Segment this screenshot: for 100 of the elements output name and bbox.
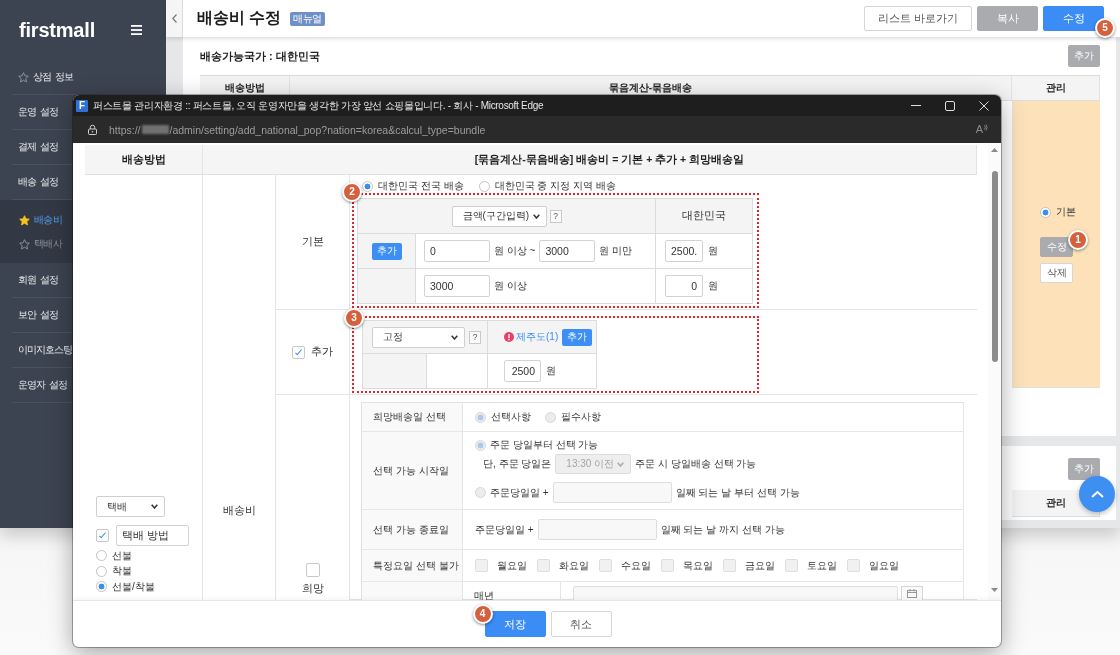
star-icon — [19, 238, 30, 250]
radio-button[interactable] — [96, 550, 107, 562]
note-text: 단, 주문 당일은 — [483, 457, 552, 471]
row-label: 희망배송일 선택 — [362, 403, 463, 432]
collapse-button[interactable] — [166, 0, 183, 37]
option-label: 기본 — [1056, 205, 1076, 219]
sidebar-item[interactable]: 상점 정보 — [33, 70, 74, 84]
list-button[interactable]: 리스트 바로가기 — [864, 6, 972, 31]
alert-icon — [504, 332, 514, 342]
text-input[interactable] — [537, 519, 657, 540]
sidebar-item[interactable]: 이미지호스팅 — [18, 343, 72, 357]
option-label: 주문 당일부터 선택 가능 — [490, 438, 599, 452]
note-text: 주문 시 당일배송 선택 가능 — [635, 457, 757, 471]
url-text: /admin/setting/add_national_pop?nation=korea&calcul_type=bundle — [169, 123, 486, 136]
checkbox[interactable] — [785, 559, 798, 572]
dropdown[interactable]: 고정 — [372, 326, 465, 348]
sidebar-item[interactable]: 결제 설정 — [18, 140, 59, 154]
step-badge: 4 — [472, 604, 493, 624]
radio-button[interactable] — [96, 581, 107, 593]
calendar-icon — [907, 589, 917, 598]
text-input[interactable]: 3000 — [424, 275, 490, 297]
help-button[interactable]: ? — [469, 330, 481, 344]
option-label: 일요일 — [869, 558, 899, 573]
date-input[interactable] — [573, 586, 898, 600]
step-badge: 3 — [344, 308, 364, 328]
lock-icon — [88, 124, 97, 135]
checkbox[interactable] — [537, 559, 550, 572]
radio-button[interactable] — [1040, 206, 1051, 218]
sidebar-item[interactable]: 회원 설정 — [18, 273, 59, 287]
sidebar-item[interactable]: 배송 설정 — [18, 175, 59, 189]
row-label: 추가 — [311, 345, 333, 359]
row-label: 선택 가능 시작일 — [362, 432, 463, 510]
step-badge: 1 — [1068, 230, 1088, 250]
text-input[interactable]: 2500. — [665, 240, 703, 262]
text-input[interactable]: 2500 — [504, 360, 541, 382]
radio-button[interactable] — [545, 411, 556, 423]
unit-label: 원 이상 — [494, 279, 527, 293]
radio-button[interactable] — [96, 565, 107, 577]
submenu-item[interactable]: 택배사 — [34, 237, 63, 251]
url-text: https:// — [109, 123, 141, 136]
radio-button[interactable] — [475, 487, 486, 498]
window-title: 퍼스트몰 관리자환경 :: 퍼스트몰, 오직 운영자만을 생각한 가장 앞선 쇼핑몰입니다. - 회사 - Microsoft Edge — [93, 98, 544, 113]
text-input[interactable]: 0 — [424, 240, 490, 262]
delete-button[interactable]: 삭제 — [1040, 263, 1073, 283]
maximize-icon — [945, 100, 955, 111]
sidebar-item[interactable]: 보안 설정 — [18, 308, 59, 322]
table-header: [묶음계산-묶음배송] 배송비 = 기본 + 추가 + 희망배송일 — [203, 145, 977, 175]
checkbox[interactable] — [475, 559, 488, 572]
dropdown[interactable]: 금액(구간입력) — [451, 205, 547, 227]
checkbox[interactable] — [723, 559, 736, 572]
checkbox[interactable] — [661, 559, 674, 572]
option-label: 대한민국 전국 배송 — [378, 179, 464, 193]
read-aloud-button[interactable]: A — [975, 124, 988, 135]
scroll-up-icon[interactable] — [991, 148, 998, 152]
checkbox[interactable] — [599, 559, 612, 572]
option-label: 착불 — [112, 564, 132, 579]
calendar-button[interactable] — [901, 586, 923, 600]
help-button[interactable]: ? — [549, 209, 562, 223]
sidebar-item[interactable]: 운영 설정 — [18, 105, 59, 119]
radio-button[interactable] — [475, 411, 486, 423]
note-text: 일째 되는 날 까지 선택 가능 — [660, 522, 785, 537]
text-input[interactable]: 0 — [665, 275, 703, 297]
text-input[interactable]: 택배 방법 — [116, 525, 189, 546]
cancel-button[interactable]: 취소 — [550, 611, 612, 637]
row-label: 선택 가능 종료일 — [362, 510, 463, 550]
dropdown[interactable]: 택배 — [96, 496, 165, 517]
scroll-down-icon[interactable] — [991, 588, 998, 592]
unit-label: 원 미만 — [599, 244, 633, 258]
panel-title: 배송가능국가 : 대한민국 — [200, 48, 320, 64]
radio-button[interactable] — [478, 180, 490, 192]
radio-button[interactable] — [475, 439, 486, 451]
option-label: 목요일 — [683, 558, 713, 573]
text-input[interactable] — [552, 482, 672, 503]
checkbox[interactable] — [847, 559, 860, 572]
checkbox[interactable] — [305, 563, 320, 577]
chevron-down-icon — [617, 461, 625, 467]
close-icon — [979, 100, 989, 111]
chevron-down-icon — [151, 504, 158, 509]
checkbox[interactable] — [96, 529, 109, 542]
menu-icon[interactable] — [131, 25, 142, 35]
chevron-left-icon — [171, 14, 177, 23]
page-title: 배송비 수정 — [197, 8, 282, 28]
text-input[interactable]: 3000 — [539, 240, 596, 262]
option-label: 필수사항 — [561, 410, 601, 424]
option-label: 대한민국 중 지정 지역 배송 — [494, 179, 616, 193]
option-label: 매년 — [474, 590, 494, 600]
checkbox[interactable] — [292, 345, 305, 359]
unit-label: 원 이상 ~ — [494, 244, 536, 258]
scrollbar-thumb[interactable] — [991, 171, 998, 362]
radio-button[interactable] — [362, 180, 373, 192]
row-label: 기본 — [301, 235, 324, 249]
option-label: 화요일 — [559, 558, 589, 573]
submenu-item[interactable]: 배송비 — [34, 213, 63, 227]
sidebar-item[interactable]: 운영자 설정 — [18, 378, 68, 392]
row-label: 특정요일 선택 불가 — [362, 550, 463, 582]
sound-waves-icon — [984, 124, 988, 131]
chevron-down-icon — [451, 334, 458, 340]
option-label: 금요일 — [745, 558, 775, 573]
note-text: 일째 되는 날 부터 선택 가능 — [675, 485, 800, 500]
star-icon — [18, 71, 29, 83]
